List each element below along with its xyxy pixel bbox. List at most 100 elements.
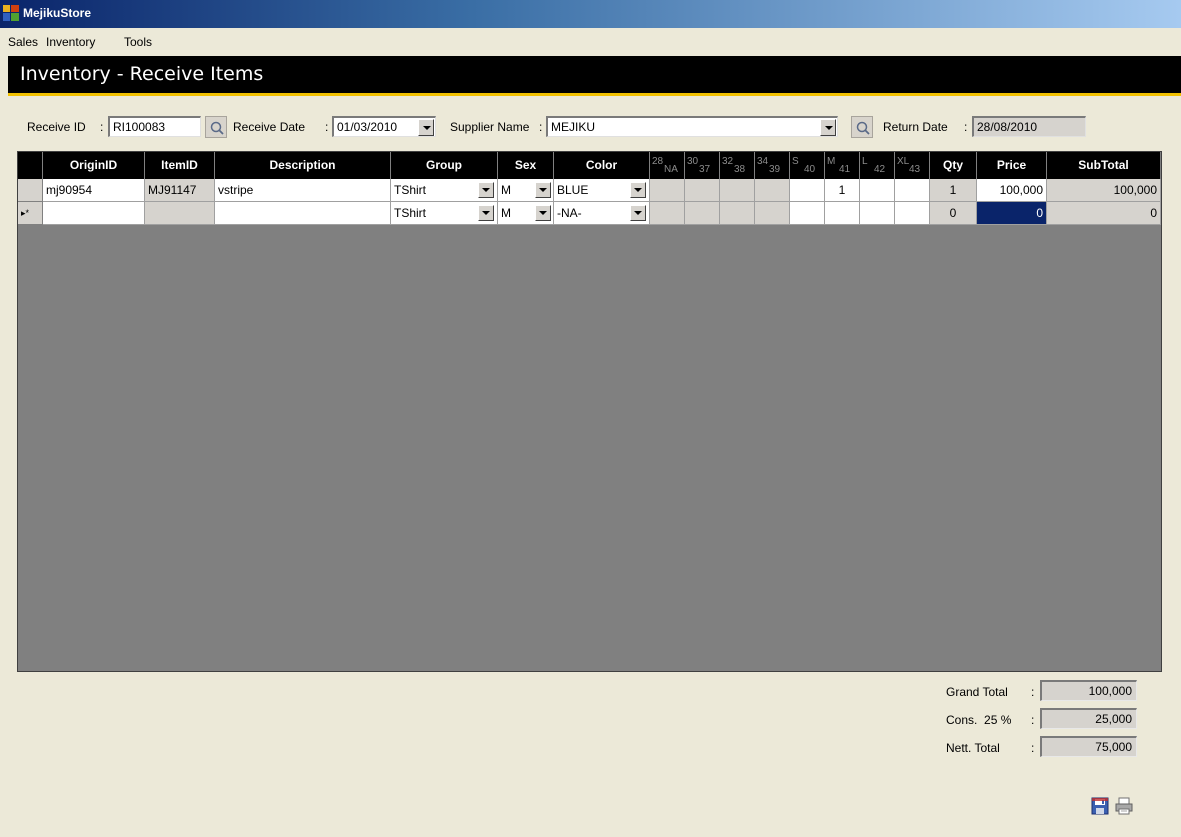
- col-header-group[interactable]: Group: [391, 152, 498, 179]
- col-header-size[interactable]: 34 39: [755, 152, 790, 179]
- save-icon[interactable]: [1090, 796, 1110, 816]
- size-bottom: 37: [699, 164, 711, 175]
- col-header-description[interactable]: Description: [215, 152, 391, 179]
- size-bottom: 42: [874, 164, 886, 175]
- cell-price[interactable]: 100,000: [977, 179, 1047, 202]
- col-header-size[interactable]: XL 43: [895, 152, 930, 179]
- cell-sex: M: [501, 183, 511, 197]
- grand-total-label: Grand Total: [946, 685, 1008, 699]
- size-bottom: NA: [664, 164, 678, 175]
- chevron-down-icon[interactable]: [630, 205, 646, 221]
- window-titlebar: MejikuStore: [0, 0, 1181, 28]
- cell-item-id: MJ91147: [145, 179, 215, 202]
- cell-sex: M: [501, 206, 511, 220]
- col-header-size[interactable]: M 41: [825, 152, 860, 179]
- chevron-down-icon[interactable]: [478, 205, 494, 221]
- nett-total-label: Nett. Total: [946, 741, 1000, 755]
- col-header-size[interactable]: S 40: [790, 152, 825, 179]
- chevron-down-icon[interactable]: [418, 119, 434, 136]
- new-row-marker[interactable]: ▸*: [18, 202, 43, 225]
- col-header-sex[interactable]: Sex: [498, 152, 554, 179]
- grand-total-value: 100,000: [1040, 680, 1137, 701]
- menu-tools[interactable]: Tools: [124, 35, 152, 49]
- col-header-size[interactable]: 30 37: [685, 152, 720, 179]
- size-top: L: [862, 156, 868, 167]
- cell-size[interactable]: [790, 179, 825, 202]
- col-header-price[interactable]: Price: [977, 152, 1047, 179]
- col-header-size[interactable]: 32 38: [720, 152, 755, 179]
- size-top: XL: [897, 156, 910, 167]
- col-header-color[interactable]: Color: [554, 152, 650, 179]
- app-icon: [3, 5, 19, 21]
- cell-size[interactable]: [895, 202, 930, 225]
- size-bottom: 38: [734, 164, 746, 175]
- col-header-qty[interactable]: Qty: [930, 152, 977, 179]
- items-grid[interactable]: OriginID ItemID Description Group Sex Co…: [17, 151, 1162, 672]
- search-icon: [856, 121, 870, 135]
- receive-id-label: Receive ID: [27, 120, 86, 134]
- receive-id-lookup-button[interactable]: [205, 116, 227, 138]
- cell-qty: 1: [930, 179, 977, 202]
- cell-origin-id[interactable]: mj90954: [43, 179, 145, 202]
- cell-size[interactable]: [860, 202, 895, 225]
- cell-size[interactable]: [895, 179, 930, 202]
- menu-sales[interactable]: Sales: [8, 35, 38, 49]
- chevron-down-icon[interactable]: [478, 182, 494, 198]
- cell-price-selected[interactable]: 0: [977, 202, 1047, 225]
- print-icon[interactable]: [1114, 796, 1134, 816]
- size-bottom: 40: [804, 164, 816, 175]
- cell-sex-combo[interactable]: M: [498, 202, 554, 225]
- cell-subtotal: 0: [1047, 202, 1161, 225]
- cell-size: [685, 202, 720, 225]
- colon: :: [1031, 713, 1035, 727]
- cell-size: [650, 202, 685, 225]
- chevron-down-icon[interactable]: [630, 182, 646, 198]
- chevron-down-icon[interactable]: [535, 182, 551, 198]
- colon: :: [100, 120, 104, 134]
- colon: :: [1031, 741, 1035, 755]
- menu-bar: Sales Inventory Tools: [0, 28, 1181, 56]
- cell-group: TShirt: [394, 206, 427, 220]
- supplier-lookup-button[interactable]: [851, 116, 873, 138]
- chevron-down-icon[interactable]: [820, 119, 836, 136]
- receive-id-input[interactable]: RI100083: [108, 116, 201, 137]
- cell-qty: 0: [930, 202, 977, 225]
- chevron-down-icon[interactable]: [535, 205, 551, 221]
- size-top: 30: [687, 156, 699, 167]
- colon: :: [539, 120, 543, 134]
- size-top: 34: [757, 156, 769, 167]
- receive-date-picker[interactable]: 01/03/2010: [332, 116, 436, 137]
- cell-description[interactable]: [215, 202, 391, 225]
- cell-size: [720, 202, 755, 225]
- cell-color: -NA-: [557, 206, 582, 220]
- size-bottom: 43: [909, 164, 921, 175]
- row-header[interactable]: [18, 179, 43, 202]
- col-header-subtotal[interactable]: SubTotal: [1047, 152, 1161, 179]
- col-header-size[interactable]: L 42: [860, 152, 895, 179]
- cell-size[interactable]: [860, 179, 895, 202]
- nett-total-value: 75,000: [1040, 736, 1137, 757]
- cons-label: Cons. 25 %: [946, 713, 1011, 727]
- return-date-field: 28/08/2010: [972, 116, 1086, 137]
- cell-size[interactable]: [790, 202, 825, 225]
- col-header-size[interactable]: 28 NA: [650, 152, 685, 179]
- size-top: 32: [722, 156, 734, 167]
- cell-size: [685, 179, 720, 202]
- cell-origin-id[interactable]: [43, 202, 145, 225]
- supplier-name-value: MEJIKU: [551, 120, 596, 134]
- cell-item-id: [145, 202, 215, 225]
- menu-inventory[interactable]: Inventory: [46, 35, 95, 49]
- cell-size[interactable]: 1: [825, 179, 860, 202]
- cell-size[interactable]: [825, 202, 860, 225]
- cell-description[interactable]: vstripe: [215, 179, 391, 202]
- supplier-name-select[interactable]: MEJIKU: [546, 116, 838, 137]
- cell-sex-combo[interactable]: M: [498, 179, 554, 202]
- cell-group-combo[interactable]: TShirt: [391, 202, 498, 225]
- cell-color-combo[interactable]: BLUE: [554, 179, 650, 202]
- cell-color-combo[interactable]: -NA-: [554, 202, 650, 225]
- col-header-origin-id[interactable]: OriginID: [43, 152, 145, 179]
- col-header-item-id[interactable]: ItemID: [145, 152, 215, 179]
- cell-group-combo[interactable]: TShirt: [391, 179, 498, 202]
- size-bottom: 39: [769, 164, 781, 175]
- size-top: 28: [652, 156, 664, 167]
